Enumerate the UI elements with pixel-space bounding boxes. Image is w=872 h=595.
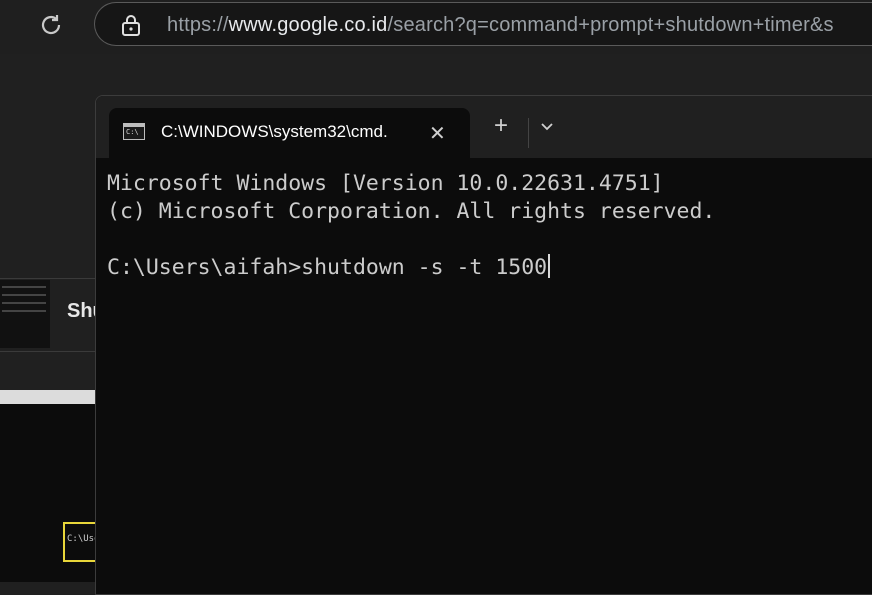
close-icon[interactable]: ✕: [429, 121, 446, 146]
lock-icon[interactable]: [121, 14, 141, 36]
url-path: /search?q=command+prompt+shutdown+timer&…: [387, 14, 834, 36]
console-line: ​: [107, 226, 872, 254]
cmd-icon: C:\: [123, 123, 145, 140]
url-text[interactable]: https://www.google.co.id/search?q=comman…: [167, 14, 834, 37]
terminal-window[interactable]: C:\ C:\WINDOWS\system32\cmd. ✕ + Microso…: [95, 95, 872, 595]
text-cursor: [548, 254, 551, 278]
plus-icon[interactable]: +: [494, 114, 508, 138]
terminal-tab[interactable]: C:\ C:\WINDOWS\system32\cmd. ✕: [109, 108, 470, 158]
chevron-down-icon[interactable]: [540, 122, 554, 132]
browser-toolbar: https://www.google.co.id/search?q=comman…: [0, 0, 872, 54]
address-bar[interactable]: https://www.google.co.id/search?q=comman…: [94, 2, 872, 46]
url-host: www.google.co.id: [228, 14, 388, 36]
tab-divider: [528, 118, 529, 148]
result-thumbnail[interactable]: [0, 280, 50, 348]
reload-button[interactable]: [36, 10, 66, 40]
reload-icon: [41, 15, 61, 35]
tab-title: C:\WINDOWS\system32\cmd.: [161, 122, 388, 141]
console-line: (c) Microsoft Corporation. All rights re…: [107, 199, 716, 224]
url-scheme: https://: [167, 14, 229, 36]
console-output[interactable]: Microsoft Windows [Version 10.0.22631.47…: [107, 170, 872, 282]
command-line[interactable]: C:\Users\aifah>shutdown -s -t 1500: [107, 254, 872, 282]
terminal-tab-bar: C:\ C:\WINDOWS\system32\cmd. ✕ +: [96, 96, 872, 158]
console-line: Microsoft Windows [Version 10.0.22631.47…: [107, 171, 664, 196]
command-text: C:\Users\aifah>shutdown -s -t 1500: [107, 255, 548, 280]
